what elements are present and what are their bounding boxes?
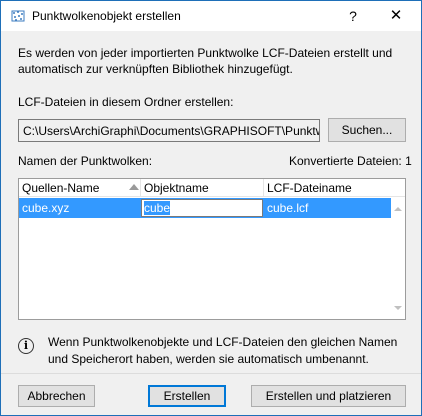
cell-source-name: cube.xyz [22,201,70,215]
help-button[interactable]: ? [343,6,363,26]
scroll-up-icon[interactable] [394,207,402,211]
vertical-scrollbar[interactable] [391,198,405,319]
scroll-down-icon[interactable] [394,306,402,310]
cell-lcf-filename: cube.lcf [267,201,309,215]
folder-label: LCF-Dateien in diesem Ordner erstellen: [18,95,234,109]
table-header: Quellen-Name Objektname LCF-Dateiname [19,179,405,197]
column-header-source-name[interactable]: Quellen-Name [19,179,141,197]
close-button[interactable]: ✕ [384,6,408,26]
point-cloud-table[interactable]: Quellen-Name Objektname LCF-Dateiname cu… [18,178,406,320]
title-bar: Punktwolkenobjekt erstellen ? ✕ [1,1,421,31]
info-message: Wenn Punktwolkenobjekte und LCF-Dateien … [48,335,398,366]
intro-text: Es werden von jeder importierten Punktwo… [18,46,393,76]
point-cloud-app-icon [11,10,25,22]
converted-files-count: Konvertierte Dateien: 1 [289,154,412,168]
object-name-value: cube [144,201,171,215]
window-title: Punktwolkenobjekt erstellen [32,9,181,23]
object-name-input[interactable]: cube [141,199,263,217]
dialog-window: Punktwolkenobjekt erstellen ? ✕ Es werde… [0,0,422,416]
column-header-label: Objektname [144,181,209,195]
create-button[interactable]: Erstellen [148,385,226,407]
column-header-object-name[interactable]: Objektname [141,179,264,197]
create-and-place-button[interactable]: Erstellen und platzieren [251,385,406,407]
column-header-lcf-filename[interactable]: LCF-Dateiname [264,179,405,197]
sort-ascending-icon [129,184,139,190]
column-header-label: Quellen-Name [22,181,100,195]
info-icon: i [18,338,34,354]
column-header-label: LCF-Dateiname [267,181,352,195]
browse-button[interactable]: Suchen... [328,118,406,142]
cancel-button[interactable]: Abbrechen [18,385,95,407]
point-cloud-names-label: Namen der Punktwolken: [18,154,153,168]
table-row[interactable]: cube.xyz cube cube.lcf [19,198,391,218]
folder-path-field[interactable]: C:\Users\ArchiGraphi\Documents\GRAPHISOF… [18,119,320,142]
button-separator [1,373,421,374]
